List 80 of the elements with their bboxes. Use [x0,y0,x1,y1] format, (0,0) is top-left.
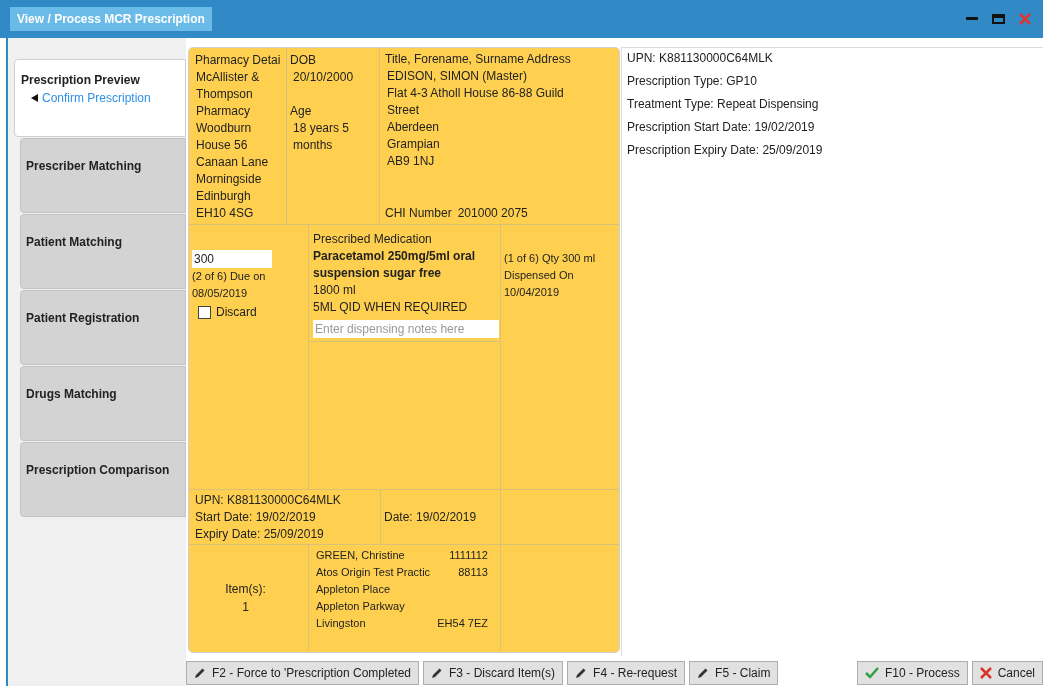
patient-text: Grampian [386,136,441,153]
pharmacy-text: Woodburn [195,120,253,137]
toolbar-button[interactable]: F3 - Discard Item(s) [423,661,564,685]
detail-text: Treatment Type: Repeat Dispensing [627,96,820,113]
pharmacy-text: EH10 4SG [195,205,255,222]
date-text: Date: 19/02/2019 [384,508,477,526]
patient-text: Street [386,102,420,119]
upn-text: Start Date: 19/02/2019 [195,509,317,526]
side-tab[interactable]: Drugs Matching [20,366,186,441]
discard-checkbox[interactable] [198,306,211,319]
toolbar-button[interactable]: F4 - Re-request [567,661,686,685]
left-triangle-icon [31,94,38,102]
pharmacy-text: Thompson [195,86,254,103]
pharmacy-text: Morningside [195,171,263,188]
pharmacy-text: House 56 [195,137,249,154]
chi-number: 201000 2075 [457,205,528,222]
side-tab[interactable]: Patient Matching [20,214,186,289]
medication-quantity: 1800 ml [313,282,357,299]
dispensed-text: Dispensed On [504,268,575,283]
detail-text: Prescription Type: GP10 [627,73,758,90]
pencil-icon [194,667,206,679]
prescriber-code: 88113 [458,565,488,580]
side-tab[interactable]: Prescriber Matching [20,138,186,213]
pencil-icon [431,667,444,679]
prescriber-text: GREEN, Christine [316,548,405,563]
prescriber-text: Livingston [316,616,366,631]
patient-text: AB9 1NJ [386,153,436,170]
toolbar-button[interactable]: F5 - Claim [689,661,779,685]
medication-name: suspension sugar free [313,265,443,282]
pharmacy-text: Canaan Lane [195,154,270,171]
patient-text: Aberdeen [386,119,441,136]
medication-name: Paracetamol 250mg/5ml oral [313,248,477,265]
due-text: 08/05/2019 [192,286,249,301]
pencil-icon [697,667,710,679]
due-text: (2 of 6) Due on [192,269,267,284]
confirm-link[interactable]: Confirm Prescription [42,89,151,107]
dispensed-text: 10/04/2019 [504,285,561,300]
close-icon [979,667,992,679]
upn-text: UPN: K881130000C64MLK [195,492,342,509]
quantity-field[interactable]: 300 [192,250,272,268]
section-heading: Pharmacy Detai [195,52,282,69]
detail-text: Prescription Start Date: 19/02/2019 [627,119,816,136]
dispensed-text: (1 of 6) Qty 300 ml [504,251,597,266]
pharmacy-text: Pharmacy [195,103,252,120]
pencil-icon [575,667,588,679]
pharmacy-text: Edinburgh [195,188,252,205]
section-heading: Title, Forename, Surname Address [385,51,572,68]
patient-text: Flat 4-3 Atholl House 86-88 Guild [386,85,565,102]
side-tab[interactable]: Patient Registration [20,290,186,365]
age-text: months [292,137,334,154]
toolbar-button[interactable]: F2 - Force to 'Prescription Completed [186,661,420,685]
side-tab[interactable]: Prescription Preview Confirm Prescription [14,59,186,137]
dosage-text: 5ML QID WHEN REQUIRED [313,299,469,316]
dob-text: 20/10/2000 [292,69,355,86]
section-heading: Prescribed Medication [313,231,433,248]
prescriber-text: Atos Origin Test Practic [316,565,431,580]
detail-text: Prescription Expiry Date: 25/09/2019 [627,142,824,159]
items-count: 1 [242,599,249,616]
discard-label: Discard [216,304,257,321]
age-text: 18 years 5 [292,120,351,137]
pharmacy-text: McAllister & [195,69,261,86]
minimize-icon[interactable] [966,17,978,21]
section-heading: DOB [290,52,317,69]
detail-text: UPN: K881130000C64MLK [627,50,774,67]
side-tab[interactable]: Prescription Comparison [20,442,186,517]
section-heading: Age [290,103,313,120]
items-label: Item(s): [225,581,266,598]
toolbar-button[interactable]: F10 - Process [856,661,968,685]
prescriber-text: Appleton Place [316,582,390,597]
prescriber-text: Appleton Parkway [316,599,405,614]
patient-text: EDISON, SIMON (Master) [386,68,528,85]
prescriber-code: 1111112 [449,548,488,563]
upn-text: Expiry Date: 25/09/2019 [195,526,325,543]
chi-label: CHI Number [385,205,452,222]
notes-field[interactable]: Enter dispensing notes here [313,320,499,338]
maximize-icon[interactable] [992,14,1005,24]
window-title: View / Process MCR Prescription [10,7,212,31]
toolbar-button[interactable]: Cancel [971,661,1043,685]
prescriber-code: EH54 7EZ [437,616,488,631]
check-icon [864,667,879,679]
